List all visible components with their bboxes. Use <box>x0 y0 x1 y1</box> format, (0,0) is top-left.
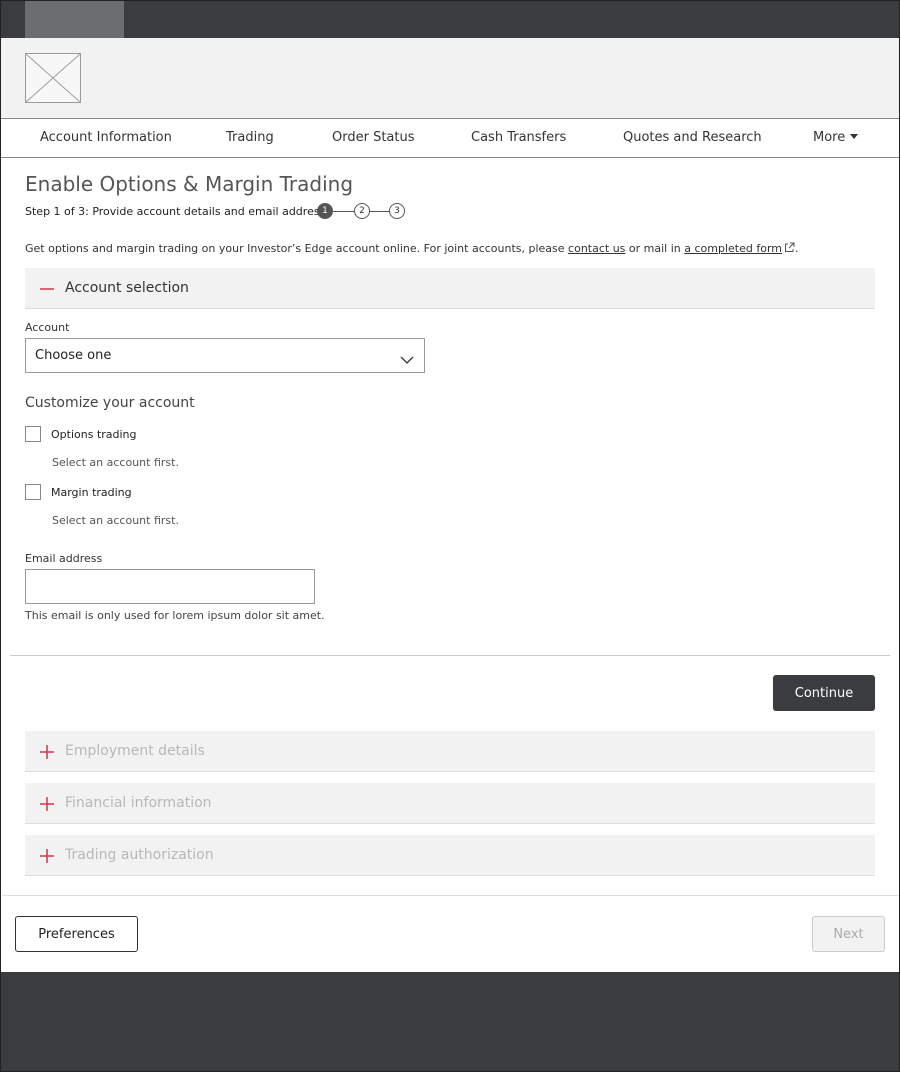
header-banner <box>1 38 899 118</box>
top-bar <box>0 0 900 38</box>
section-divider <box>10 655 890 656</box>
section-title: Trading authorization <box>65 847 214 863</box>
caret-down-icon <box>850 134 859 139</box>
intro-text: Get options and margin trading on your I… <box>25 242 799 255</box>
completed-form-link[interactable]: a completed form <box>684 242 782 255</box>
page-footer <box>1 972 899 1071</box>
margin-trading-checkbox[interactable] <box>25 484 41 500</box>
nav-item-cash-transfers[interactable]: Cash Transfers <box>471 119 566 157</box>
footer-divider <box>2 895 900 896</box>
next-button[interactable]: Next <box>812 916 885 952</box>
nav-item-trading[interactable]: Trading <box>226 119 274 157</box>
plus-icon <box>39 744 55 760</box>
financial-information-header[interactable]: Financial information <box>25 783 875 824</box>
external-link-icon[interactable] <box>784 242 795 253</box>
employment-details-header[interactable]: Employment details <box>25 731 875 772</box>
nav-item-account-information[interactable]: Account Information <box>40 119 172 157</box>
progress-stepper: 1 2 3 <box>317 203 407 219</box>
options-trading-hint: Select an account first. <box>52 456 179 469</box>
section-title: Employment details <box>65 743 205 759</box>
section-title: Financial information <box>65 795 212 811</box>
email-field[interactable] <box>25 569 315 604</box>
step-indicator-3: 3 <box>389 203 405 219</box>
step-connector <box>333 211 354 212</box>
main-content: Enable Options & Margin Trading Step 1 o… <box>1 158 900 972</box>
email-label: Email address <box>25 552 103 565</box>
top-bar-tab[interactable] <box>25 1 124 38</box>
customize-heading: Customize your account <box>25 395 195 411</box>
intro-text-part: or mail in <box>625 242 685 255</box>
nav-more-label: More <box>813 130 846 145</box>
main-nav: Account Information Trading Order Status… <box>1 118 899 158</box>
step-indicator-1: 1 <box>317 203 333 219</box>
chevron-down-icon <box>400 350 414 364</box>
options-trading-checkbox[interactable] <box>25 426 41 442</box>
plus-icon <box>39 796 55 812</box>
email-note: This email is only used for lorem ipsum … <box>25 609 325 622</box>
preferences-button[interactable]: Preferences <box>15 916 138 952</box>
account-select[interactable]: Choose one <box>25 338 425 373</box>
margin-trading-hint: Select an account first. <box>52 514 179 527</box>
minus-icon <box>39 281 55 297</box>
step-description: Step 1 of 3: Provide account details and… <box>25 205 326 218</box>
intro-text-part: Get options and margin trading on your I… <box>25 242 569 255</box>
section-title: Account selection <box>65 280 189 296</box>
account-selection-header[interactable]: Account selection <box>25 268 875 309</box>
options-trading-label[interactable]: Options trading <box>51 428 137 441</box>
page-title: Enable Options & Margin Trading <box>25 172 354 196</box>
logo-placeholder-icon[interactable] <box>25 53 81 103</box>
account-select-value: Choose one <box>35 348 112 363</box>
trading-authorization-header[interactable]: Trading authorization <box>25 835 875 876</box>
plus-icon <box>39 848 55 864</box>
nav-item-order-status[interactable]: Order Status <box>332 119 415 157</box>
contact-us-link[interactable]: contact us <box>568 242 625 255</box>
account-label: Account <box>25 321 70 334</box>
nav-item-quotes-and-research[interactable]: Quotes and Research <box>623 119 762 157</box>
nav-item-more[interactable]: More <box>813 119 859 157</box>
margin-trading-label[interactable]: Margin trading <box>51 486 132 499</box>
step-connector <box>370 211 389 212</box>
step-indicator-2: 2 <box>354 203 370 219</box>
continue-button[interactable]: Continue <box>773 675 875 711</box>
intro-text-part: . <box>795 242 799 255</box>
